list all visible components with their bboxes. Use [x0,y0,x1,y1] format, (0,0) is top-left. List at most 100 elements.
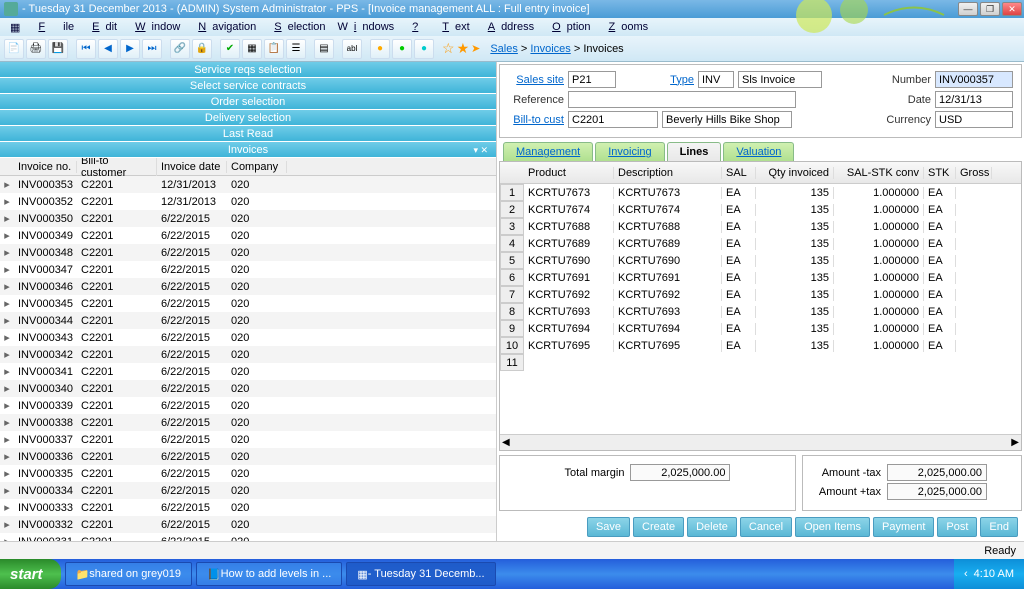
line-row[interactable]: 8KCRTU7693KCRTU7693EA1351.000000EA [500,303,1021,320]
next-icon[interactable]: ▶ [120,39,140,59]
line-row[interactable]: 5KCRTU7690KCRTU7690EA1351.000000EA [500,252,1021,269]
payment-button[interactable]: Payment [873,517,934,537]
minimize-button[interactable]: — [958,2,978,16]
menu-selection[interactable]: Selection [262,21,331,33]
menu-address[interactable]: Address [476,21,540,33]
line-row[interactable]: 1KCRTU7673KCRTU7673EA1351.000000EA [500,184,1021,201]
invoice-row[interactable]: ▸INV000334C22016/22/2015020 [0,482,496,499]
menu-zooms[interactable]: Zooms [597,21,655,33]
invoice-row[interactable]: ▸INV000333C22016/22/2015020 [0,499,496,516]
menu-file[interactable]: File [26,21,80,33]
input-bill-to[interactable] [568,111,658,128]
section-delivery[interactable]: Delivery selection [0,110,496,126]
open-items-button[interactable]: Open Items [795,517,870,537]
invoice-row[interactable]: ▸INV000345C22016/22/2015020 [0,295,496,312]
invoice-row[interactable]: ▸INV000335C22016/22/2015020 [0,465,496,482]
lines-scrollbar[interactable]: ◀▶ [500,434,1021,450]
task-app[interactable]: ▦ - Tuesday 31 Decemb... [346,562,495,586]
task-word[interactable]: 📘 How to add levels in ... [196,562,342,586]
tray-chevron-icon[interactable]: ‹ [964,568,968,580]
create-button[interactable]: Create [633,517,684,537]
delete-button[interactable]: Delete [687,517,737,537]
menu-text[interactable]: Text [430,21,475,33]
cancel-button[interactable]: Cancel [740,517,792,537]
dot3-icon[interactable]: ● [414,39,434,59]
line-row[interactable]: 4KCRTU7689KCRTU7689EA1351.000000EA [500,235,1021,252]
invoice-row[interactable]: ▸INV000344C22016/22/2015020 [0,312,496,329]
invoice-row[interactable]: ▸INV000336C22016/22/2015020 [0,448,496,465]
star-filled-icon[interactable]: ★ [457,40,470,57]
col-description[interactable]: Description [614,167,722,179]
menu-help[interactable]: ? [400,21,430,33]
check-icon[interactable]: ✔ [220,39,240,59]
col-company[interactable]: Company [227,161,287,173]
input-amount-plus-tax[interactable] [887,483,987,500]
section-invoices[interactable]: Invoices [0,142,496,158]
tab-management[interactable]: Management [503,142,593,161]
menu-windows[interactable]: Windows [332,21,401,33]
invoice-grid-body[interactable]: ▸INV000353C220112/31/2013020▸INV000352C2… [0,176,496,541]
col-qty[interactable]: Qty invoiced [756,167,834,179]
col-stk[interactable]: STK [924,167,956,179]
input-amount-minus-tax[interactable] [887,464,987,481]
last-icon[interactable]: ⏭ [142,39,162,59]
input-type[interactable] [698,71,734,88]
line-row[interactable]: 3KCRTU7688KCRTU7688EA1351.000000EA [500,218,1021,235]
save-icon[interactable]: 💾 [48,39,68,59]
first-icon[interactable]: ⏮ [76,39,96,59]
invoice-row[interactable]: ▸INV000342C22016/22/2015020 [0,346,496,363]
section-order[interactable]: Order selection [0,94,496,110]
tab-lines[interactable]: Lines [667,142,722,161]
col-bill-to[interactable]: Bill-to customer [77,155,157,179]
invoice-row[interactable]: ▸INV000331C22016/22/2015020 [0,533,496,541]
invoice-row[interactable]: ▸INV000352C220112/31/2013020 [0,193,496,210]
maximize-button[interactable]: ❐ [980,2,1000,16]
invoice-row[interactable]: ▸INV000353C220112/31/2013020 [0,176,496,193]
col-invoice-date[interactable]: Invoice date [157,161,227,173]
lock-icon[interactable]: 🔒 [192,39,212,59]
dot1-icon[interactable]: ● [370,39,390,59]
section-last-read[interactable]: Last Read [0,126,496,142]
crumb-sales[interactable]: Sales [490,43,518,55]
new-icon[interactable]: 📄 [4,39,24,59]
menu-navigation[interactable]: Navigation [186,21,262,33]
input-date[interactable] [935,91,1013,108]
input-number[interactable] [935,71,1013,88]
label-bill-to[interactable]: Bill-to cust [508,114,564,126]
dot2-icon[interactable]: ● [392,39,412,59]
invoice-row[interactable]: ▸INV000339C22016/22/2015020 [0,397,496,414]
invoice-row[interactable]: ▸INV000343C22016/22/2015020 [0,329,496,346]
start-button[interactable]: start [0,559,61,589]
invoice-row[interactable]: ▸INV000337C22016/22/2015020 [0,431,496,448]
task-shared[interactable]: 📁 shared on grey019 [65,562,192,586]
col-invoice-no[interactable]: Invoice no. [14,161,77,173]
arrow-icon[interactable]: ➤ [471,42,480,55]
menu-edit[interactable]: Edit [80,21,123,33]
line-row[interactable]: 2KCRTU7674KCRTU7674EA1351.000000EA [500,201,1021,218]
end-button[interactable]: End [980,517,1018,537]
print-icon[interactable]: 🖨 [26,39,46,59]
invoice-row[interactable]: ▸INV000347C22016/22/2015020 [0,261,496,278]
line-row[interactable]: 7KCRTU7692KCRTU7692EA1351.000000EA [500,286,1021,303]
input-currency[interactable] [935,111,1013,128]
col-gross[interactable]: Gross [956,167,992,179]
list-icon[interactable]: ☰ [286,39,306,59]
col-product[interactable]: Product [524,167,614,179]
invoice-row[interactable]: ▸INV000350C22016/22/2015020 [0,210,496,227]
crumb-invoices[interactable]: Invoices [530,43,570,55]
grid-icon[interactable]: ▦ [242,39,262,59]
invoice-row[interactable]: ▸INV000340C22016/22/2015020 [0,380,496,397]
col-sal[interactable]: SAL [722,167,756,179]
line-row[interactable]: 6KCRTU7691KCRTU7691EA1351.000000EA [500,269,1021,286]
tab-valuation[interactable]: Valuation [723,142,794,161]
system-tray[interactable]: ‹ 4:10 AM [954,559,1024,589]
line-row[interactable]: 9KCRTU7694KCRTU7694EA1351.000000EA [500,320,1021,337]
lines-grid-body[interactable]: 1KCRTU7673KCRTU7673EA1351.000000EA2KCRTU… [500,184,1021,434]
input-type-desc[interactable] [738,71,822,88]
menu-window[interactable]: Window [123,21,186,33]
abl-icon[interactable]: abl [342,39,362,59]
line-row[interactable]: 11 [500,354,1021,371]
post-button[interactable]: Post [937,517,977,537]
tab-invoicing[interactable]: Invoicing [595,142,664,161]
save-button[interactable]: Save [587,517,630,537]
